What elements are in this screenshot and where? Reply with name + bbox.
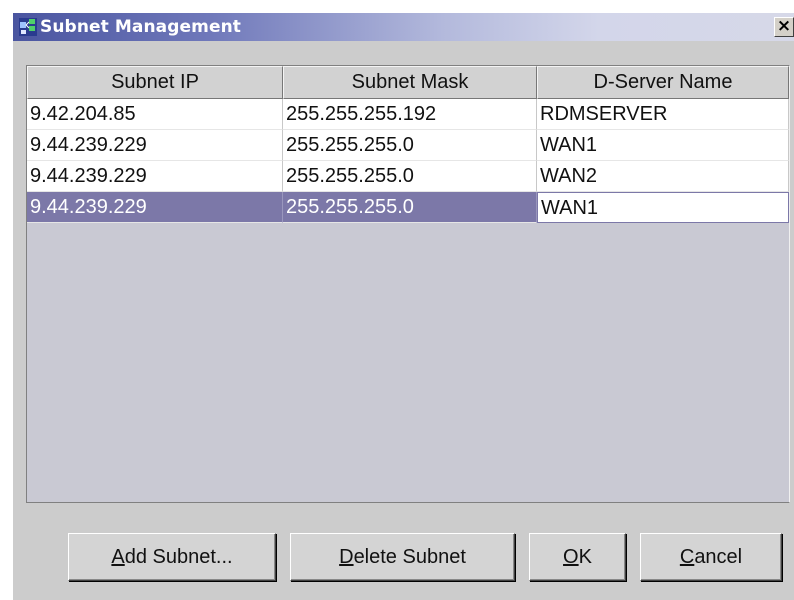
ok-label: K xyxy=(578,546,592,568)
cancel-label: ancel xyxy=(694,546,743,568)
column-header-d-server-name[interactable]: D-Server Name xyxy=(537,66,789,99)
cell-subnet-ip[interactable]: 9.44.239.229 xyxy=(27,161,283,192)
subnet-table[interactable]: Subnet IP Subnet Mask D-Server Name 9.42… xyxy=(26,65,790,503)
subnet-management-dialog: Subnet Management × Subnet IP Subnet Mas… xyxy=(12,12,794,600)
cell-d-server-name-editor[interactable]: WAN1 xyxy=(537,192,789,223)
cell-subnet-ip[interactable]: 9.44.239.229 xyxy=(27,130,283,161)
table-row[interactable]: 9.44.239.229 255.255.255.0 WAN2 xyxy=(27,161,789,192)
column-header-subnet-mask[interactable]: Subnet Mask xyxy=(283,66,537,99)
ok-mnemonic: O xyxy=(563,546,579,568)
table-row-selected[interactable]: 9.44.239.229 255.255.255.0 WAN1 xyxy=(27,192,789,223)
add-subnet-label: dd Subnet... xyxy=(124,546,233,568)
cancel-mnemonic: C xyxy=(679,546,695,568)
cell-d-server-name[interactable]: WAN1 xyxy=(537,130,789,161)
cell-d-server-name[interactable]: RDMSERVER xyxy=(537,99,789,130)
cell-subnet-ip[interactable]: 9.42.204.85 xyxy=(27,99,283,130)
cell-subnet-ip[interactable]: 9.44.239.229 xyxy=(27,192,283,223)
ok-button[interactable]: OK xyxy=(529,533,626,581)
table-row[interactable]: 9.44.239.229 255.255.255.0 WAN1 xyxy=(27,130,789,161)
subnet-app-icon xyxy=(19,18,37,36)
cell-subnet-mask[interactable]: 255.255.255.192 xyxy=(283,99,537,130)
delete-subnet-button[interactable]: Delete Subnet xyxy=(290,533,515,581)
title-bar[interactable]: Subnet Management × xyxy=(13,13,794,41)
cell-subnet-mask[interactable]: 255.255.255.0 xyxy=(283,130,537,161)
table-row[interactable]: 9.42.204.85 255.255.255.192 RDMSERVER xyxy=(27,99,789,130)
cell-subnet-mask[interactable]: 255.255.255.0 xyxy=(283,161,537,192)
cancel-button[interactable]: Cancel xyxy=(640,533,782,581)
cell-d-server-name[interactable]: WAN2 xyxy=(537,161,789,192)
add-subnet-button[interactable]: Add Subnet... xyxy=(68,533,276,581)
delete-subnet-mnemonic: D xyxy=(339,546,354,568)
column-header-subnet-ip[interactable]: Subnet IP xyxy=(27,66,283,99)
delete-subnet-label: elete Subnet xyxy=(353,546,466,568)
window-title: Subnet Management xyxy=(40,17,242,37)
cell-subnet-mask[interactable]: 255.255.255.0 xyxy=(283,192,537,223)
table-header: Subnet IP Subnet Mask D-Server Name xyxy=(27,66,789,99)
close-icon: × xyxy=(776,16,792,36)
add-subnet-mnemonic: A xyxy=(111,546,125,568)
close-button[interactable]: × xyxy=(774,17,794,37)
